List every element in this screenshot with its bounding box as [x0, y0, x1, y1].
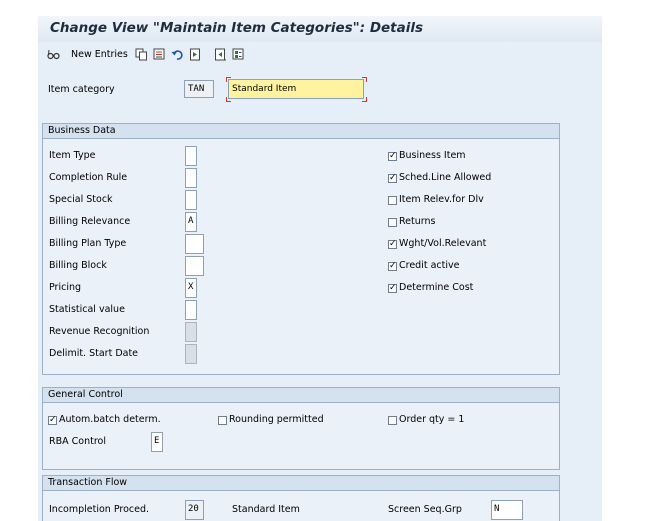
focus-corner: [226, 77, 231, 82]
completion-rule-label: Completion Rule: [49, 172, 128, 183]
business-data-group: Business Data Item Type Completion Rule …: [42, 123, 560, 375]
item-category-field[interactable]: TAN: [184, 80, 214, 98]
screen-seq-grp-label: Screen Seq.Grp: [388, 504, 462, 515]
undo-icon[interactable]: [171, 48, 184, 61]
business-item-label: Business Item: [399, 150, 466, 161]
credit-active-label: Credit active: [399, 260, 460, 271]
glasses-icon[interactable]: [47, 48, 60, 61]
item-type-label: Item Type: [49, 150, 96, 161]
wght-vol-relevant-checkbox[interactable]: ✓: [388, 240, 397, 249]
pricing-label: Pricing: [49, 282, 82, 293]
returns-checkbox[interactable]: [388, 218, 397, 227]
statistical-value-label: Statistical value: [49, 304, 125, 315]
special-stock-field[interactable]: [185, 190, 197, 210]
rba-control-field[interactable]: E: [151, 432, 163, 452]
delimit-start-date-field: [185, 344, 197, 364]
business-item-checkbox[interactable]: ✓: [388, 152, 397, 161]
variant-icon[interactable]: [232, 48, 245, 61]
application-toolbar: New Entries: [38, 44, 602, 66]
order-qty-label: Order qty = 1: [399, 414, 465, 425]
autom-batch-label: Autom.batch determ.: [59, 414, 161, 425]
completion-rule-field[interactable]: [185, 168, 197, 188]
order-qty-checkbox[interactable]: [388, 416, 397, 425]
billing-relevance-field[interactable]: A: [185, 212, 197, 232]
focus-corner: [362, 77, 367, 82]
sched-line-allowed-checkbox[interactable]: ✓: [388, 174, 397, 183]
save-as-icon[interactable]: [153, 48, 166, 61]
item-relev-dlv-checkbox[interactable]: [388, 196, 397, 205]
previous-icon[interactable]: [189, 48, 202, 61]
credit-active-checkbox[interactable]: ✓: [388, 262, 397, 271]
wght-vol-relevant-label: Wght/Vol.Relevant: [399, 238, 487, 249]
billing-block-label: Billing Block: [49, 260, 107, 271]
item-category-description-field[interactable]: Standard Item: [228, 79, 364, 99]
focus-corner: [362, 97, 367, 102]
page-title: Change View "Maintain Item Categories": …: [50, 20, 424, 36]
billing-block-field[interactable]: [185, 256, 204, 276]
screen-seq-grp-field[interactable]: N: [491, 500, 523, 520]
focus-corner: [226, 97, 231, 102]
transaction-flow-title: Transaction Flow: [43, 476, 559, 491]
revenue-recognition-label: Revenue Recognition: [49, 326, 150, 337]
transaction-flow-group: Transaction Flow Incompletion Proced. 20…: [42, 475, 560, 521]
business-data-title: Business Data: [43, 124, 559, 139]
autom-batch-checkbox[interactable]: ✓: [48, 416, 57, 425]
determine-cost-checkbox[interactable]: ✓: [388, 284, 397, 293]
rba-control-label: RBA Control: [49, 436, 106, 447]
billing-relevance-label: Billing Relevance: [49, 216, 131, 227]
sched-line-allowed-label: Sched.Line Allowed: [399, 172, 492, 183]
special-stock-label: Special Stock: [49, 194, 113, 205]
item-category-label: Item category: [48, 84, 115, 95]
incompletion-proced-label: Incompletion Proced.: [49, 504, 150, 515]
incompletion-proced-text: Standard Item: [232, 504, 300, 515]
general-control-group: General Control ✓ Autom.batch determ. Ro…: [42, 387, 560, 470]
copy-icon[interactable]: [135, 48, 148, 61]
title-bar: Change View "Maintain Item Categories": …: [38, 16, 602, 42]
sap-window: Change View "Maintain Item Categories": …: [38, 16, 602, 521]
billing-plan-type-field[interactable]: [185, 234, 204, 254]
billing-plan-type-label: Billing Plan Type: [49, 238, 127, 249]
incompletion-proced-field[interactable]: 20: [185, 500, 204, 520]
determine-cost-label: Determine Cost: [399, 282, 474, 293]
new-entries-button[interactable]: New Entries: [71, 49, 128, 60]
next-icon[interactable]: [214, 48, 227, 61]
statistical-value-field[interactable]: [185, 300, 197, 320]
returns-label: Returns: [399, 216, 436, 227]
general-control-title: General Control: [43, 388, 559, 403]
delimit-start-date-label: Delimit. Start Date: [49, 348, 139, 359]
item-relev-dlv-label: Item Relev.for Dlv: [399, 194, 484, 205]
rounding-permitted-checkbox[interactable]: [218, 416, 227, 425]
item-type-field[interactable]: [185, 146, 197, 166]
pricing-field[interactable]: X: [185, 278, 197, 298]
revenue-recognition-field: [185, 322, 197, 342]
rounding-permitted-label: Rounding permitted: [229, 414, 324, 425]
